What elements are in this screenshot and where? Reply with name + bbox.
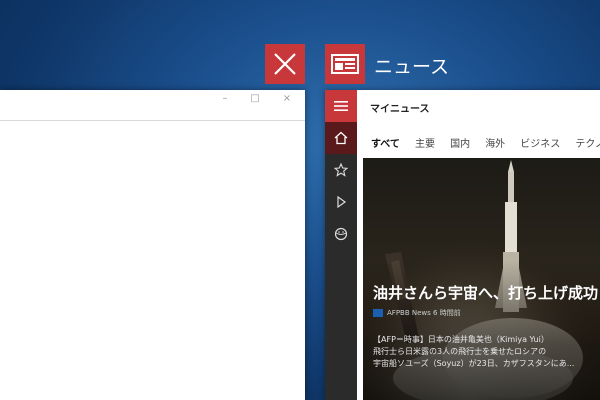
article-source: AFPBB News 6 時間前 (373, 308, 461, 318)
close-icon (274, 53, 296, 75)
left-window-thumbnail[interactable]: – □ × (0, 90, 305, 400)
window-close-icon[interactable]: × (276, 92, 298, 106)
minimize-icon[interactable]: – (214, 92, 236, 106)
play-icon (337, 195, 347, 209)
left-window-titlebar: – □ × (0, 90, 305, 120)
hamburger-menu-button[interactable] (325, 90, 357, 122)
hero-article-card[interactable]: 油井さんら宇宙へ、打ち上げ成功 AFPBB News 6 時間前 【AFP＝時事… (363, 158, 600, 400)
article-headline[interactable]: 油井さんら宇宙へ、打ち上げ成功 (373, 282, 598, 303)
article-summary: 【AFP＝時事】日本の油井亀美也（Kimiya Yui） 飛行士ら日米露の3人の… (373, 334, 600, 370)
tab-all[interactable]: すべて (371, 135, 400, 150)
tab-top[interactable]: 主要 (415, 135, 435, 150)
close-thumbnail-button[interactable] (265, 44, 305, 84)
news-app-window[interactable]: マイニュース すべて 主要 国内 海外 ビジネス テクノロジ (325, 90, 600, 400)
app-title: ニュース (374, 56, 450, 78)
tab-technology[interactable]: テクノロジ (575, 135, 600, 150)
tab-world[interactable]: 海外 (485, 135, 505, 150)
source-name: AFPBB News (387, 309, 431, 317)
nav-favorites-button[interactable] (325, 154, 357, 186)
image-scrim (363, 260, 600, 400)
category-tabs: すべて 主要 国内 海外 ビジネス テクノロジ (371, 132, 600, 151)
summary-line: 【AFP＝時事】日本の油井亀美也（Kimiya Yui） (373, 335, 549, 344)
nav-home-button[interactable] (325, 122, 357, 154)
news-app-icon (325, 44, 365, 84)
source-logo-icon (373, 309, 383, 317)
nav-local-button[interactable] (325, 218, 357, 250)
nav-video-button[interactable] (325, 186, 357, 218)
nav-rail (325, 90, 357, 400)
maximize-icon[interactable]: □ (244, 92, 266, 106)
summary-line: 宇宙船ソユーズ（Soyuz）が23日、カザフスタンにあ... (373, 359, 575, 368)
summary-line: 飛行士ら日米露の3人の飛行士を乗せたロシアの (373, 347, 547, 356)
globe-icon (334, 227, 348, 241)
hamburger-icon (334, 101, 348, 111)
news-main-content: マイニュース すべて 主要 国内 海外 ビジネス テクノロジ (357, 90, 600, 400)
section-title: マイニュース (370, 104, 430, 115)
article-time: 6 時間前 (433, 309, 461, 317)
favorites-icon (334, 163, 348, 177)
tab-domestic[interactable]: 国内 (450, 135, 470, 150)
tab-business[interactable]: ビジネス (520, 135, 560, 150)
home-icon (334, 131, 348, 145)
divider (0, 120, 305, 121)
